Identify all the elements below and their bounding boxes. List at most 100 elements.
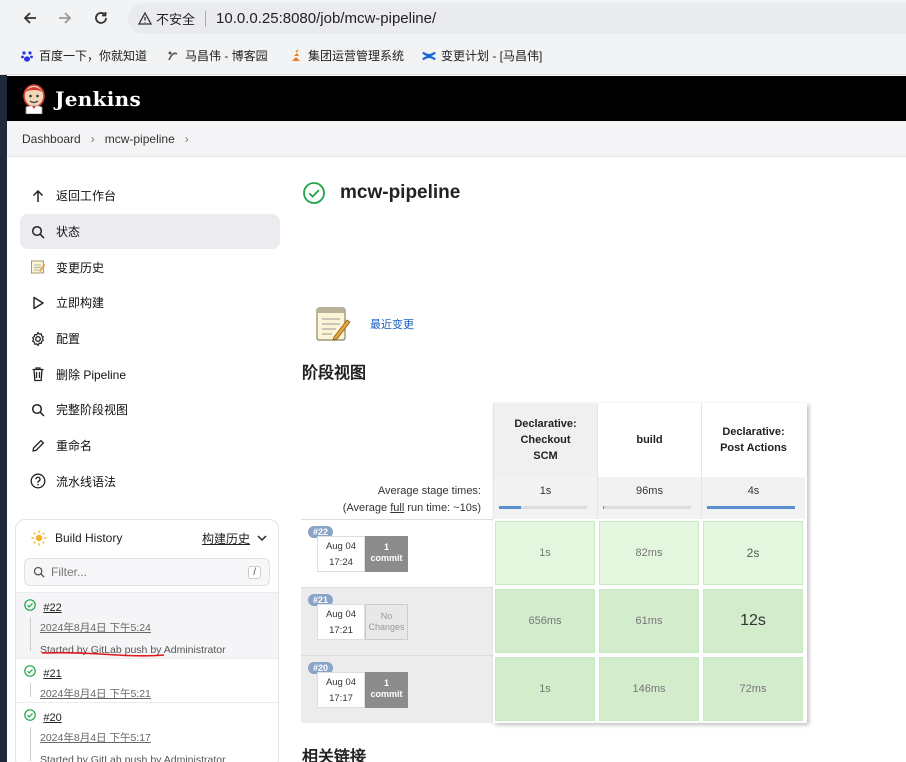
avg-full-prefix: (Average	[342, 502, 391, 514]
fire-icon	[289, 48, 303, 63]
question-icon	[30, 473, 46, 489]
sidebar-item-label: 立即构建	[56, 296, 105, 311]
run-row-22: #22 Aug 04 17:24 1 commit 1s 82ms 2s	[301, 519, 807, 587]
run-date-box: Aug 04 17:24	[317, 536, 365, 572]
build-row-21[interactable]: #21 2024年8月4日 下午5:21	[16, 658, 278, 702]
run-date-box: Aug 04 17:17	[317, 672, 365, 708]
stage-cell[interactable]: 656ms	[495, 589, 595, 653]
build-filter-input[interactable]	[51, 565, 249, 579]
stage-header: Declarative: Checkout SCM	[493, 403, 597, 477]
build-cause: Started by GitLab push by Administrator	[40, 754, 226, 762]
avg-time: 96ms	[636, 485, 663, 497]
breadcrumb-job[interactable]: mcw-pipeline	[105, 132, 175, 146]
sidebar-item-label: 配置	[56, 332, 81, 347]
timeline-line	[30, 727, 31, 761]
confluence-icon	[422, 49, 436, 63]
jenkins-title[interactable]: Jenkins	[55, 87, 141, 111]
build-history-panel: Build History 构建历史 / #22 2024年8月4日 下午5:2…	[15, 519, 279, 762]
sidebar-item-build-now[interactable]: 立即构建	[20, 285, 280, 321]
reload-icon[interactable]	[89, 6, 113, 30]
related-links-heading: 相关链接	[302, 749, 367, 762]
commit-box[interactable]: 1 commit	[365, 536, 408, 572]
stage-cell[interactable]: 2s	[703, 521, 803, 585]
build-number-link[interactable]: #21	[43, 668, 61, 680]
stage-cell[interactable]: 146ms	[599, 657, 699, 721]
average-times-label: Average stage times: (Average full run t…	[301, 483, 481, 517]
shortcut-hint: /	[248, 565, 261, 579]
success-check-icon	[24, 665, 36, 677]
url-text[interactable]: 10.0.0.25:8080/job/mcw-pipeline/	[216, 10, 436, 27]
chevron-down-icon[interactable]	[256, 532, 268, 544]
bookmark-cnblogs[interactable]: 马昌伟 - 博客园	[166, 47, 268, 64]
sidebar-item-pipeline-syntax[interactable]: 流水线语法	[20, 464, 280, 500]
stage-cell[interactable]: 82ms	[599, 521, 699, 585]
recent-changes: 最近变更	[314, 304, 414, 344]
stage-cell[interactable]: 1s	[495, 657, 595, 721]
no-changes-box: No Changes	[365, 604, 408, 640]
build-row-20[interactable]: #20 2024年8月4日 下午5:17 Started by GitLab p…	[16, 702, 278, 762]
stage-cell[interactable]: 72ms	[703, 657, 803, 721]
avg-full-run-label: (Average full run time: ~10s)	[301, 500, 481, 517]
sidebar-item-rename[interactable]: 重命名	[20, 428, 280, 464]
run-time: 17:21	[329, 625, 353, 636]
bookmark-ops-system[interactable]: 集团运营管理系统	[289, 47, 404, 64]
stage-view-heading: 阶段视图	[302, 365, 367, 382]
insecure-label: 不安全	[156, 12, 196, 27]
bookmark-baidu[interactable]: 百度一下，你就知道	[20, 47, 147, 64]
stage-cell[interactable]: 12s	[703, 589, 803, 653]
stage-cell[interactable]: 1s	[495, 521, 595, 585]
sidebar-item-status[interactable]: 状态	[20, 213, 280, 250]
sidebar-item-full-stage-view[interactable]: 完整阶段视图	[20, 392, 280, 428]
bookmark-change-plan[interactable]: 变更计划 - [马昌伟]	[422, 47, 542, 64]
pencil-icon	[30, 438, 46, 454]
browser-window: 不安全 10.0.0.25:8080/job/mcw-pipeline/ 百度一…	[0, 0, 906, 762]
run-date-box: Aug 04 17:21	[317, 604, 365, 640]
jenkins-logo-icon[interactable]	[21, 83, 47, 114]
commit-count: No	[380, 611, 393, 621]
address-bar[interactable]: 不安全 10.0.0.25:8080/job/mcw-pipeline/	[128, 3, 906, 34]
bookmark-label: 百度一下，你就知道	[39, 49, 148, 63]
run-info: #20 Aug 04 17:17 1 commit	[301, 655, 493, 723]
chevron-right-icon[interactable]: ›	[185, 132, 189, 146]
build-history-title: Build History	[55, 531, 123, 545]
back-arrow-icon[interactable]	[18, 6, 42, 30]
run-info: #21 Aug 04 17:21 No Changes	[301, 587, 493, 655]
forward-arrow-icon[interactable]	[53, 6, 77, 30]
avg-full-suffix: run time: ~10s)	[404, 502, 481, 514]
avg-stage-times-label: Average stage times:	[377, 485, 481, 497]
stage-name: Declarative: Checkout SCM	[514, 418, 577, 462]
notepad-icon	[316, 307, 351, 341]
play-icon	[30, 295, 46, 311]
sidebar-item-changes[interactable]: 变更历史	[20, 249, 280, 285]
sidebar-item-delete-pipeline[interactable]: 删除 Pipeline	[20, 356, 280, 392]
recent-changes-link[interactable]: 最近变更	[370, 316, 414, 332]
success-check-icon	[24, 709, 36, 721]
sidebar-item-back-dashboard[interactable]: 返回工作台	[20, 178, 280, 214]
browser-toolbar: 不安全 10.0.0.25:8080/job/mcw-pipeline/	[0, 0, 906, 37]
build-filter-box[interactable]: /	[24, 558, 270, 586]
build-history-header: Build History 构建历史	[16, 520, 278, 556]
build-date-link[interactable]: 2024年8月4日 下午5:24	[40, 620, 278, 635]
build-date-link[interactable]: 2024年8月4日 下午5:21	[40, 686, 278, 701]
search-icon	[30, 402, 46, 418]
arrow-up-icon	[30, 188, 46, 204]
sidebar-item-label: 流水线语法	[56, 474, 117, 489]
breadcrumb-dashboard[interactable]: Dashboard	[22, 132, 81, 146]
build-number-link[interactable]: #22	[43, 602, 61, 614]
run-info: #22 Aug 04 17:24 1 commit	[301, 519, 493, 587]
sidebar-item-configure[interactable]: 配置	[20, 321, 280, 357]
breadcrumb: Dashboard › mcw-pipeline ›	[7, 121, 906, 157]
stage-cell[interactable]: 61ms	[599, 589, 699, 653]
avg-progress-bar	[499, 506, 587, 509]
stage-header-row: Declarative: Checkout SCM build Declarat…	[493, 403, 805, 477]
commit-box[interactable]: 1 commit	[365, 672, 408, 708]
baidu-paw-icon	[20, 49, 34, 63]
build-date-link[interactable]: 2024年8月4日 下午5:17	[40, 730, 278, 745]
average-times-row: 1s 96ms 4s	[493, 477, 805, 519]
build-row-22[interactable]: #22 2024年8月4日 下午5:24 Started by GitLab p…	[16, 592, 278, 658]
sidebar-item-label: 完整阶段视图	[56, 403, 129, 418]
build-number-link[interactable]: #20	[43, 712, 61, 724]
run-date: Aug 04	[325, 541, 357, 552]
avg-time: 4s	[747, 485, 760, 497]
build-history-link[interactable]: 构建历史	[202, 530, 250, 547]
